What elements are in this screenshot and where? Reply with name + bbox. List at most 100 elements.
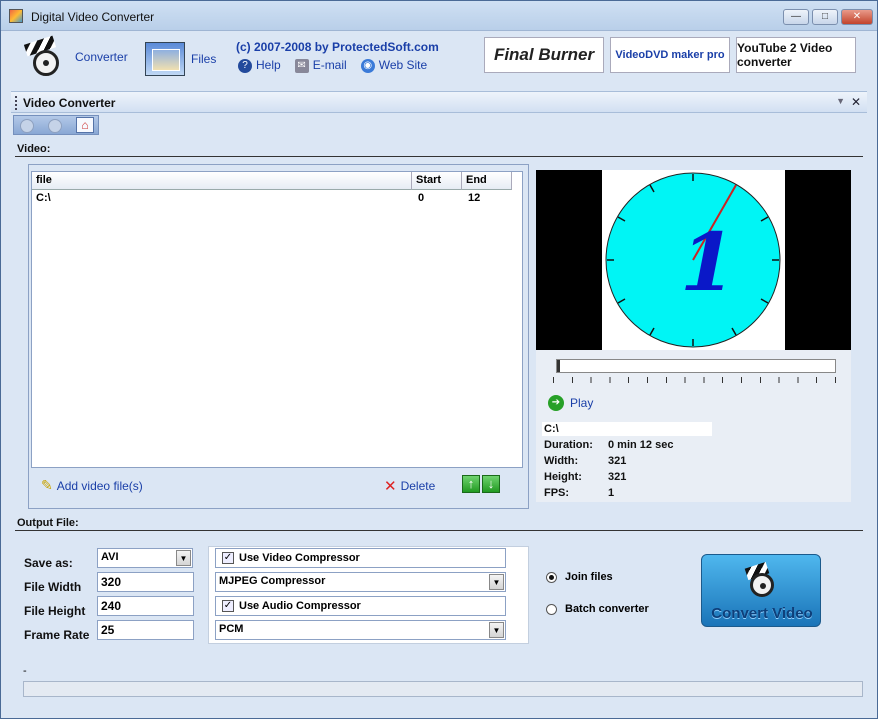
website-link[interactable]: ◉ Web Site (360, 58, 428, 73)
clock-image: 1 (605, 172, 781, 348)
row-end-cell: 12 (468, 192, 481, 204)
file-height-input[interactable] (97, 596, 194, 616)
column-header-start[interactable]: Start (412, 172, 462, 190)
play-button[interactable]: ➔ Play (548, 395, 593, 411)
seek-slider[interactable] (556, 359, 836, 373)
copyright-text: (c) 2007-2008 by ProtectedSoft.com (236, 40, 439, 54)
nav-bar: ⌂ (13, 115, 99, 135)
help-link[interactable]: ? Help (238, 58, 281, 73)
use-audio-compressor-label: Use Audio Compressor (239, 600, 361, 612)
minimize-button[interactable]: — (783, 9, 809, 25)
delete-icon: ✕ (384, 478, 397, 495)
file-width-input[interactable] (97, 572, 194, 592)
fps-label: FPS: (544, 487, 570, 499)
video-section-title: Video: (17, 143, 51, 155)
video-compressor-value: MJPEG Compressor (219, 575, 326, 587)
use-video-compressor-checkbox[interactable]: ✓ Use Video Compressor (215, 548, 506, 568)
film-reel-icon (740, 561, 784, 601)
convert-video-button[interactable]: Convert Video (701, 554, 821, 627)
batch-converter-radio[interactable]: Batch converter (546, 603, 649, 615)
row-file-cell[interactable]: C:\ (32, 192, 55, 204)
preview-path: C:\ (544, 423, 559, 435)
panel-close-icon[interactable]: ✕ (851, 95, 861, 109)
file-height-label: File Height (24, 604, 86, 618)
move-down-icon[interactable]: ↓ (482, 475, 500, 493)
chevron-down-icon[interactable]: ▼ (489, 622, 504, 638)
files-icon (145, 42, 185, 76)
frame-rate-input[interactable] (97, 620, 194, 640)
email-icon: ✉ (294, 58, 309, 73)
main-window: Digital Video Converter — □ ✕ Converter … (0, 0, 878, 719)
radio-selected-icon (546, 571, 557, 583)
close-button[interactable]: ✕ (841, 9, 873, 25)
home-icon[interactable]: ⌂ (76, 117, 94, 133)
use-video-compressor-label: Use Video Compressor (239, 552, 360, 564)
add-video-button[interactable]: ✎ Add video file(s) (41, 477, 143, 494)
play-label: Play (570, 396, 594, 410)
video-preview: 1 (536, 170, 851, 350)
panel-title: Video Converter (23, 96, 116, 110)
duration-value: 0 min 12 sec (608, 439, 674, 451)
add-video-label: Add video file(s) (56, 478, 143, 493)
panel-menu-icon[interactable]: ▼ (836, 96, 845, 106)
save-as-value: AVI (101, 551, 119, 563)
join-files-label: Join files (565, 571, 613, 583)
use-audio-compressor-checkbox[interactable]: ✓ Use Audio Compressor (215, 596, 506, 616)
toolbar-links: ? Help ✉ E-mail ◉ Web Site (238, 58, 427, 73)
forward-icon[interactable] (48, 119, 62, 133)
video-compressor-select[interactable]: MJPEG Compressor ▼ (215, 572, 506, 592)
help-label: Help (256, 58, 281, 72)
column-header-file[interactable]: file (32, 172, 412, 190)
files-label: Files (191, 52, 217, 66)
final-burner-banner[interactable]: Final Burner (484, 37, 604, 73)
join-files-radio[interactable]: Join files (546, 571, 613, 583)
globe-icon: ◉ (360, 58, 375, 73)
email-link[interactable]: ✉ E-mail (294, 58, 347, 73)
app-icon (9, 9, 23, 23)
email-label: E-mail (312, 58, 347, 72)
website-label: Web Site (378, 58, 428, 72)
progress-bar (23, 681, 863, 697)
radio-unselected-icon (546, 603, 557, 615)
youtube2video-banner[interactable]: YouTube 2 Video converter (736, 37, 856, 73)
batch-converter-label: Batch converter (565, 603, 649, 615)
file-width-label: File Width (24, 580, 82, 594)
output-section-divider (15, 530, 863, 531)
height-label: Height: (544, 471, 582, 483)
title-bar: Digital Video Converter — □ ✕ (1, 1, 877, 31)
converter-label: Converter (75, 50, 128, 64)
chevron-down-icon[interactable]: ▼ (176, 550, 191, 566)
videodvd-banner[interactable]: VideoDVD maker pro (610, 37, 730, 73)
list-toolbar: ✎ Add video file(s) ✕ Delete ↑ ↓ (31, 470, 523, 500)
help-icon: ? (238, 58, 252, 73)
fps-value: 1 (608, 487, 615, 499)
delete-label: Delete (400, 479, 436, 493)
checkbox-checked-icon: ✓ (222, 552, 234, 564)
back-icon[interactable] (20, 119, 34, 133)
height-value: 321 (608, 471, 627, 483)
status-text: - (23, 665, 27, 677)
output-section-title: Output File: (17, 517, 79, 529)
save-as-select[interactable]: AVI ▼ (97, 548, 193, 568)
converter-button[interactable]: Converter (23, 35, 128, 76)
maximize-button[interactable]: □ (812, 9, 838, 25)
save-as-label: Save as: (24, 556, 73, 570)
row-start-cell: 0 (418, 192, 425, 204)
window-title: Digital Video Converter (31, 10, 155, 24)
chevron-down-icon[interactable]: ▼ (489, 574, 504, 590)
move-up-icon[interactable]: ↑ (462, 475, 480, 493)
video-section-divider (15, 156, 863, 157)
files-button[interactable]: Files (145, 42, 216, 76)
file-list[interactable]: file Start End C:\ 0 12 (31, 171, 523, 468)
audio-compressor-select[interactable]: PCM ▼ (215, 620, 506, 640)
film-reel-icon (23, 35, 69, 76)
checkbox-checked-icon: ✓ (222, 600, 234, 612)
frame-rate-label: Frame Rate (24, 628, 90, 642)
audio-compressor-value: PCM (219, 623, 244, 635)
preview-info-panel: ➔ Play C:\ Duration: 0 min 12 sec Width:… (536, 350, 851, 502)
column-header-end[interactable]: End (462, 172, 512, 190)
path-box (542, 422, 712, 436)
delete-button[interactable]: ✕ Delete (384, 477, 435, 495)
seek-thumb[interactable] (557, 360, 560, 372)
play-icon: ➔ (548, 395, 564, 411)
